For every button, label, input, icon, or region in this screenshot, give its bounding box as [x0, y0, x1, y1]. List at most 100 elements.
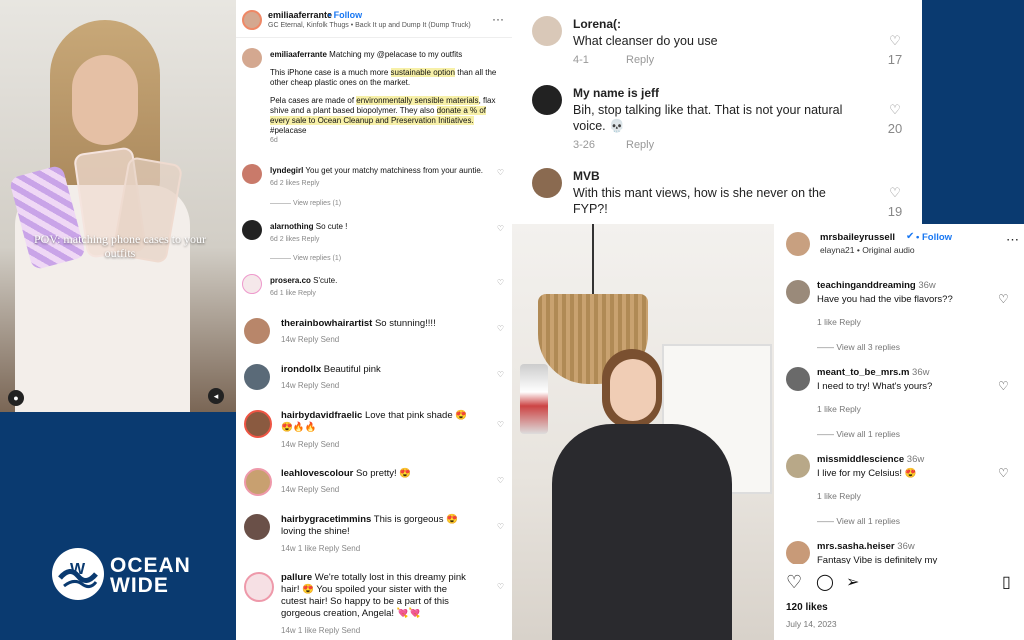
- ocean-wide-logo: W: [52, 548, 104, 600]
- hashtag[interactable]: #pelacase: [270, 126, 506, 136]
- heart-icon[interactable]: ♡: [497, 522, 504, 531]
- avatar[interactable]: [244, 514, 270, 540]
- comment-username[interactable]: alarnothing: [270, 222, 314, 231]
- comment-meta[interactable]: 14w 1 like Reply Send: [281, 626, 360, 635]
- share-icon[interactable]: ➢: [846, 572, 859, 592]
- heart-icon[interactable]: ♡: [497, 324, 504, 333]
- heart-icon[interactable]: ♡: [998, 292, 1009, 306]
- view-replies-link[interactable]: —— View all 3 replies: [817, 342, 900, 352]
- comment-username[interactable]: lyndegirl: [270, 166, 303, 175]
- wave-icon: W: [54, 550, 102, 598]
- comment-username[interactable]: leahlovescolour: [281, 468, 353, 479]
- follow-button[interactable]: • Follow: [328, 10, 362, 20]
- avatar[interactable]: [786, 454, 810, 478]
- comment-text: S'cute.: [313, 276, 338, 285]
- heart-icon[interactable]: ♡: [497, 582, 504, 591]
- user-icon[interactable]: ●: [8, 390, 24, 406]
- comment-meta[interactable]: 6d 2 likes Reply: [270, 180, 319, 187]
- heart-icon[interactable]: ♡: [885, 185, 905, 201]
- post-username[interactable]: mrsbaileyrussell: [820, 232, 895, 243]
- reply-button[interactable]: Reply: [626, 139, 654, 151]
- like-icon[interactable]: ♡: [786, 572, 802, 593]
- avatar[interactable]: [532, 85, 562, 115]
- comment-meta[interactable]: 6d 2 likes Reply: [270, 236, 319, 243]
- likes-count[interactable]: 120 likes: [786, 602, 828, 613]
- volume-icon[interactable]: ◂: [208, 388, 224, 404]
- bookmark-icon[interactable]: ▯: [1002, 572, 1011, 592]
- post-audio[interactable]: GC Eternal, Kinfolk Thugs • Back It up a…: [268, 22, 471, 29]
- comment-meta[interactable]: 14w Reply Send: [281, 381, 339, 390]
- comment-username[interactable]: missmiddlescience 36w: [817, 454, 924, 465]
- more-options-icon[interactable]: ···: [492, 12, 504, 26]
- heart-icon[interactable]: ♡: [497, 168, 504, 177]
- avatar[interactable]: [244, 410, 272, 438]
- comment-username[interactable]: Lorena(:: [573, 17, 621, 31]
- heart-icon[interactable]: ♡: [998, 379, 1009, 393]
- post-audio[interactable]: elayna21 • Original audio: [820, 245, 915, 255]
- comment-meta[interactable]: 1 like Reply: [817, 404, 861, 414]
- avatar[interactable]: [242, 48, 262, 68]
- post-username[interactable]: emiliaaferrante: [268, 10, 332, 20]
- avatar[interactable]: [244, 468, 272, 496]
- avatar[interactable]: [242, 274, 262, 294]
- avatar[interactable]: [244, 572, 274, 602]
- heart-icon[interactable]: ♡: [885, 33, 905, 49]
- follow-label: Follow: [921, 232, 953, 243]
- follow-button[interactable]: • Follow: [916, 232, 952, 243]
- avatar[interactable]: [786, 541, 810, 565]
- heart-icon[interactable]: ♡: [497, 224, 504, 233]
- comment-meta[interactable]: 1 like Reply: [817, 491, 861, 501]
- comment-username[interactable]: hairbydavidfraelic: [281, 410, 362, 421]
- comment-username[interactable]: irondollx: [281, 364, 321, 375]
- comment-username[interactable]: MVB: [573, 169, 600, 183]
- caption-text: Pela cases are made of: [270, 96, 357, 105]
- avatar[interactable]: [242, 10, 262, 30]
- view-replies-link[interactable]: ——— View replies (1): [270, 255, 341, 262]
- heart-icon[interactable]: ♡: [497, 476, 504, 485]
- avatar[interactable]: [532, 168, 562, 198]
- person-face: [72, 55, 138, 145]
- comment-meta[interactable]: 1 like Reply: [817, 317, 861, 327]
- comment-username[interactable]: My name is jeff: [573, 86, 659, 100]
- view-replies-link[interactable]: ——— View replies (1): [270, 200, 341, 207]
- avatar[interactable]: [244, 364, 270, 390]
- heart-icon[interactable]: ♡: [998, 466, 1009, 480]
- comment-text: Beautiful pink: [323, 364, 381, 375]
- comment-meta[interactable]: 14w Reply Send: [281, 335, 339, 344]
- video-caption: POV: matching phone cases to your outfit…: [33, 232, 207, 260]
- comment-text: FYP?!: [573, 202, 608, 216]
- comment-username[interactable]: mrs.sasha.heiser 36w: [817, 541, 915, 552]
- comment-username[interactable]: meant_to_be_mrs.m 36w: [817, 367, 929, 378]
- comment-username[interactable]: hairbygracetimmins: [281, 514, 371, 525]
- comment-username[interactable]: teachinganddreaming 36w: [817, 280, 936, 291]
- more-options-icon[interactable]: ⋯: [1006, 232, 1019, 248]
- avatar[interactable]: [532, 16, 562, 46]
- view-replies-link[interactable]: —— View all 1 replies: [817, 429, 900, 439]
- comment-meta[interactable]: 6d 1 like Reply: [270, 290, 316, 297]
- comment-meta[interactable]: 14w 1 like Reply Send: [281, 544, 360, 553]
- heart-icon[interactable]: ♡: [885, 102, 905, 118]
- list-item: lyndegirl You get your matchy matchiness…: [236, 162, 512, 212]
- avatar[interactable]: [786, 232, 810, 256]
- reply-button[interactable]: Reply: [626, 54, 654, 66]
- instagram-video-2[interactable]: [512, 224, 774, 640]
- comment-text: This is gorgeous 😍: [373, 514, 458, 525]
- caption-username[interactable]: emiliaaferrante: [270, 50, 327, 59]
- view-replies-link[interactable]: —— View all 1 replies: [817, 516, 900, 526]
- comment-username[interactable]: prosera.co: [270, 276, 311, 285]
- heart-icon[interactable]: ♡: [497, 370, 504, 379]
- comment-username[interactable]: therainbowhairartist: [281, 318, 372, 329]
- avatar[interactable]: [244, 318, 270, 344]
- comment-username[interactable]: pallure: [281, 572, 312, 583]
- avatar[interactable]: [242, 164, 262, 184]
- comment-icon[interactable]: ◯: [816, 572, 834, 592]
- avatar[interactable]: [786, 367, 810, 391]
- tiktok-video-1[interactable]: POV: matching phone cases to your outfit…: [0, 0, 236, 412]
- heart-icon[interactable]: ♡: [497, 420, 504, 429]
- comment-meta[interactable]: 14w Reply Send: [281, 485, 339, 494]
- avatar[interactable]: [786, 280, 810, 304]
- comment-meta[interactable]: 14w Reply Send: [281, 440, 339, 449]
- avatar[interactable]: [242, 220, 262, 240]
- comment-text: With this mant views, how is she never o…: [573, 186, 826, 200]
- heart-icon[interactable]: ♡: [497, 278, 504, 287]
